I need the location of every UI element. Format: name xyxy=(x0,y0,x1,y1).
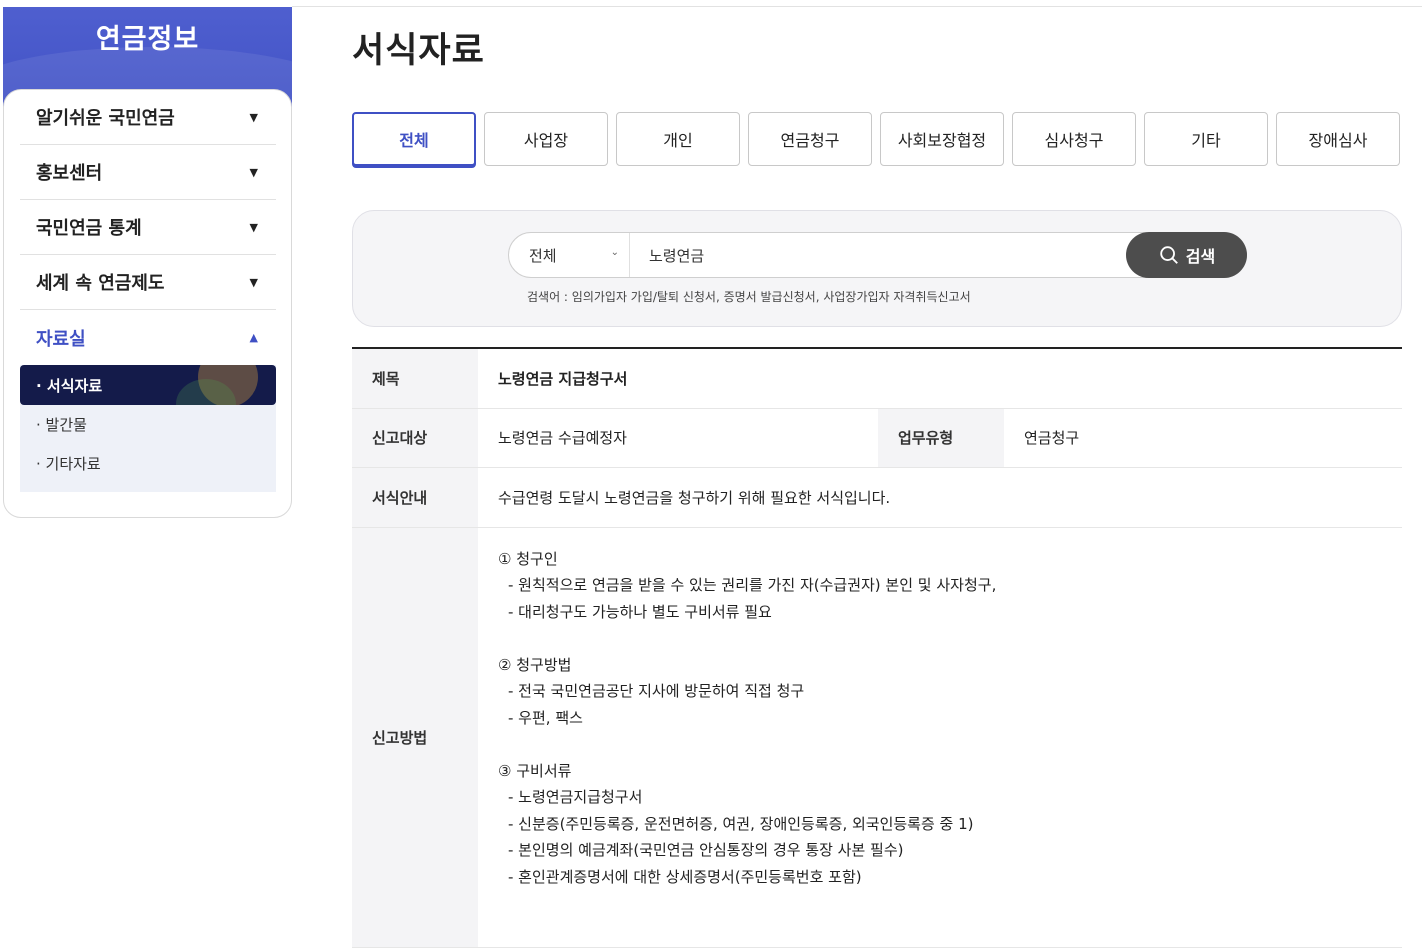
search-panel: 전체 ⌄ 노령연금 검색 검색어 : 임의가입자 가입/탈퇴 신청서, 증명서 … xyxy=(352,210,1402,327)
tab-all[interactable]: 전체 xyxy=(352,112,476,166)
form-detail-table: 제목 노령연금 지급청구서 신고대상 노령연금 수급예정자 업무유형 연금청구 … xyxy=(352,347,1402,948)
caret-down-icon: ▼ xyxy=(249,165,258,179)
method-line: - 혼인관계증명서에 대한 상세증명서(주민등록번호 포함) xyxy=(508,867,862,886)
guide-value: 수급연령 도달시 노령연금을 청구하기 위해 필요한 서식입니다. xyxy=(478,467,1402,528)
search-button-label: 검색 xyxy=(1185,247,1216,266)
method-heading: ① 청구인 xyxy=(498,549,558,568)
method-line: - 원칙적으로 연금을 받을 수 있는 권리를 가진 자(수급권자) 본인 및 … xyxy=(508,576,997,594)
caret-down-icon: ▼ xyxy=(249,275,258,289)
table-row: 신고대상 노령연금 수급예정자 업무유형 연금청구 xyxy=(352,408,1402,468)
search-bar: 전체 ⌄ 노령연금 검색 xyxy=(508,232,1247,278)
chevron-down-icon: ⌄ xyxy=(610,247,619,258)
caret-down-icon: ▼ xyxy=(249,110,258,124)
method-line: - 우편, 팩스 xyxy=(508,708,583,727)
tab-review-request[interactable]: 심사청구 xyxy=(1012,112,1136,166)
sidebar: 연금정보 알기쉬운 국민연금 ▼ 홍보센터 ▼ 국민연금 통계 ▼ 세계 속 연… xyxy=(3,7,292,518)
sidebar-item-world-pension[interactable]: 세계 속 연금제도 ▼ xyxy=(20,255,276,310)
sidebar-item-statistics[interactable]: 국민연금 통계 ▼ xyxy=(20,200,276,255)
tab-social-security-agreement[interactable]: 사회보장협정 xyxy=(880,112,1004,166)
method-line: - 신분증(주민등록증, 운전면허증, 여권, 장애인등록증, 외국인등록증 중… xyxy=(508,814,974,833)
sidebar-menu: 알기쉬운 국민연금 ▼ 홍보센터 ▼ 국민연금 통계 ▼ 세계 속 연금제도 ▼… xyxy=(20,90,276,492)
search-input[interactable]: 노령연금 xyxy=(649,233,704,277)
sidebar-item-label: 세계 속 연금제도 xyxy=(36,273,165,294)
table-row: 제목 노령연금 지급청구서 xyxy=(352,348,1402,409)
sidebar-item-label: 홍보센터 xyxy=(36,163,103,184)
sidebar-title: 연금정보 xyxy=(95,24,200,55)
sidebar-item-label: 국민연금 통계 xyxy=(36,218,142,239)
method-heading: ② 청구방법 xyxy=(498,655,572,674)
search-icon xyxy=(1160,246,1178,264)
submenu-item-forms[interactable]: · 서식자료 xyxy=(20,365,276,405)
sidebar-item-label: 알기쉬운 국민연금 xyxy=(36,108,175,129)
submenu-item-label: · 기타자료 xyxy=(36,455,101,473)
page-title: 서식자료 xyxy=(352,31,485,71)
method-line: - 본인명의 예금계좌(국민연금 안심통장의 경우 통장 사본 필수) xyxy=(508,841,904,859)
search-hint: 검색어 : 임의가입자 가입/탈퇴 신청서, 증명서 발급신청서, 사업장가입자… xyxy=(527,290,971,304)
sidebar-submenu: · 서식자료 · 발간물 · 기타자료 xyxy=(20,365,276,492)
method-line: - 대리청구도 가능하나 별도 구비서류 필요 xyxy=(508,602,772,621)
tab-workplace[interactable]: 사업장 xyxy=(484,112,608,166)
sidebar-item-label: 자료실 xyxy=(36,328,86,350)
category-tabs: 전체 사업장 개인 연금청구 사회보장협정 심사청구 기타 장애심사 xyxy=(352,112,1400,166)
sidebar-item-easy-pension[interactable]: 알기쉬운 국민연금 ▼ xyxy=(20,90,276,145)
method-line: - 노령연금지급청구서 xyxy=(508,788,643,806)
tab-other[interactable]: 기타 xyxy=(1144,112,1268,166)
caret-down-icon: ▼ xyxy=(249,220,258,234)
table-row: 신고방법 ① 청구인 - 원칙적으로 연금을 받을 수 있는 권리를 가진 자(… xyxy=(352,527,1402,948)
sidebar-menu-box: 알기쉬운 국민연금 ▼ 홍보센터 ▼ 국민연금 통계 ▼ 세계 속 연금제도 ▼… xyxy=(3,89,292,518)
method-value: ① 청구인 - 원칙적으로 연금을 받을 수 있는 권리를 가진 자(수급권자)… xyxy=(478,527,1402,948)
table-row: 서식안내 수급연령 도달시 노령연금을 청구하기 위해 필요한 서식입니다. xyxy=(352,467,1402,528)
sidebar-submenu-wrap: · 서식자료 · 발간물 · 기타자료 xyxy=(20,365,276,492)
type-label: 업무유형 xyxy=(878,408,1004,468)
tab-pension-claim[interactable]: 연금청구 xyxy=(748,112,872,166)
caret-up-icon: ▲ xyxy=(249,331,258,344)
tab-disability-review[interactable]: 장애심사 xyxy=(1276,112,1400,166)
guide-label: 서식안내 xyxy=(352,467,478,528)
top-divider xyxy=(292,6,1422,7)
target-label: 신고대상 xyxy=(352,408,478,468)
method-line: - 전국 국민연금공단 지사에 방문하여 직접 청구 xyxy=(508,682,805,700)
search-scope-value: 전체 xyxy=(529,246,557,265)
method-label: 신고방법 xyxy=(352,527,478,948)
submenu-item-other-materials[interactable]: · 기타자료 xyxy=(20,444,276,483)
search-scope-select[interactable]: 전체 ⌄ xyxy=(509,233,630,277)
sidebar-item-pr-center[interactable]: 홍보센터 ▼ xyxy=(20,145,276,200)
title-value: 노령연금 지급청구서 xyxy=(478,348,1402,409)
search-button[interactable]: 검색 xyxy=(1126,232,1247,278)
submenu-item-label: · 발간물 xyxy=(36,416,87,434)
type-value: 연금청구 xyxy=(1004,408,1402,468)
submenu-item-publications[interactable]: · 발간물 xyxy=(20,405,276,444)
title-label: 제목 xyxy=(352,348,478,409)
sidebar-item-archive[interactable]: 자료실 ▲ xyxy=(20,310,276,365)
tab-individual[interactable]: 개인 xyxy=(616,112,740,166)
method-heading: ③ 구비서류 xyxy=(498,761,572,780)
target-value: 노령연금 수급예정자 xyxy=(478,408,878,468)
submenu-item-label: · 서식자료 xyxy=(36,376,103,395)
